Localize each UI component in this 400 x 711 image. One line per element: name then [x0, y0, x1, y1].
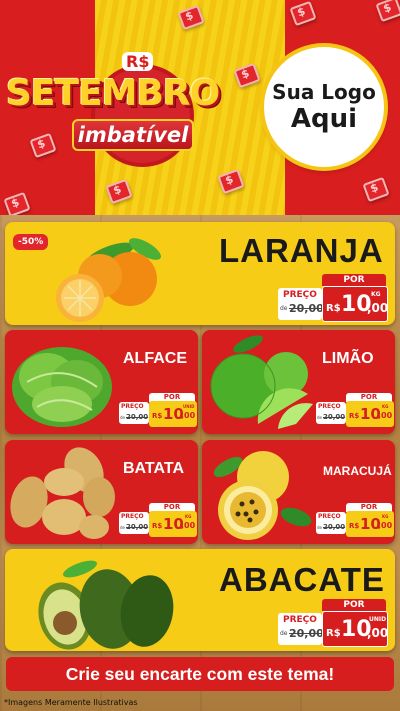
logo-text-line2: Aqui [290, 104, 358, 134]
disclaimer-footnote: *Imagens Meramente Ilustrativas [4, 698, 138, 707]
old-price-prefix: de [317, 525, 322, 530]
preco-label: PREÇO [121, 403, 144, 410]
price-unit: KG [371, 291, 381, 298]
old-price-prefix: de [120, 415, 125, 420]
passion-fruit-image [213, 451, 312, 540]
currency-label: R$ [152, 412, 163, 420]
preco-label: PREÇO [318, 513, 341, 520]
product-name: BATATA [123, 460, 185, 477]
old-price: 20,00 [323, 523, 346, 531]
old-price: 20,00 [289, 302, 324, 315]
price-tag: POR PREÇO de 20,00 R$ 10 ,00 KG [314, 393, 394, 429]
create-flyer-button[interactable]: Crie seu encarte com este tema! [6, 657, 394, 691]
product-name: ABACATE [219, 561, 385, 598]
old-price-box: PREÇO de 20,00 [316, 402, 346, 424]
price-cents: ,00 [367, 626, 389, 640]
por-label: POR [322, 274, 386, 286]
old-price-box: PREÇO de 20,00 [278, 613, 324, 645]
preco-label: PREÇO [283, 290, 317, 300]
coin-icon [29, 132, 57, 159]
currency-label: R$ [326, 628, 341, 639]
old-price-box: PREÇO de 20,00 [316, 512, 346, 534]
price-tag: POR PREÇO de 20,00 R$ 10 ,00 KG [276, 274, 392, 322]
price-tag: POR PREÇO de 20,00 R$ 10 ,00 KG [117, 503, 197, 539]
coin-icon [289, 0, 317, 27]
product-name: LIMÃO [322, 350, 374, 367]
coin-icon [375, 0, 400, 23]
product-name: LARANJA [219, 232, 384, 269]
price-tag: POR PREÇO de 20,00 R$ 10 ,00 UNID [117, 393, 197, 429]
old-price-box: PREÇO de 20,00 [119, 402, 149, 424]
currency-label: R$ [152, 522, 163, 530]
preco-label: PREÇO [121, 513, 144, 520]
product-card-limao[interactable]: LIMÃO POR PREÇO de 20,00 R$ 10 ,00 KG [202, 330, 395, 434]
product-name: ALFACE [123, 350, 187, 367]
preco-label: PREÇO [318, 403, 341, 410]
coin-icon [362, 176, 390, 203]
price-unit: UNID [369, 616, 387, 623]
price-unit: UNID [183, 404, 195, 409]
por-label: POR [322, 599, 386, 611]
new-price-box: R$ 10 ,00 KG [322, 286, 388, 322]
currency-label: R$ [349, 522, 360, 530]
orange-image [56, 238, 161, 322]
logo-placeholder[interactable]: Sua Logo Aqui [264, 47, 384, 167]
old-price-box: PREÇO de 20,00 [119, 512, 149, 534]
campaign-subtitle: imbatível [72, 119, 194, 151]
old-price: 20,00 [323, 413, 346, 421]
currency-label: R$ [326, 303, 341, 314]
lime-image [210, 335, 313, 429]
price-unit: KG [185, 514, 192, 519]
price-cents: ,00 [367, 301, 389, 315]
coin-icon [3, 191, 31, 215]
old-price-box: PREÇO de 20,00 [278, 288, 324, 320]
price-cents: ,00 [181, 521, 196, 530]
lettuce-image [12, 347, 112, 427]
new-price-box: R$ 10 ,00 UNID [322, 611, 388, 647]
price-cents: ,00 [378, 411, 393, 420]
product-card-abacate[interactable]: ABACATE POR PREÇO de 20,00 R$ 10 ,00 UNI… [5, 549, 395, 651]
logo-text-line1: Sua Logo [272, 80, 376, 104]
old-price: 20,00 [126, 413, 149, 421]
potato-image [10, 447, 115, 539]
preco-label: PREÇO [283, 615, 317, 625]
new-price-box: R$ 10 ,00 KG [149, 511, 197, 537]
price-unit: KG [382, 514, 389, 519]
old-price-prefix: de [120, 525, 125, 530]
old-price-prefix: de [317, 415, 322, 420]
product-name: MARACUJÁ [323, 464, 392, 478]
product-card-alface[interactable]: ALFACE POR PREÇO de 20,00 R$ 10 ,00 UNID [5, 330, 198, 434]
price-cents: ,00 [181, 411, 196, 420]
currency-symbol: R$ [122, 52, 154, 71]
old-price: 20,00 [289, 627, 324, 640]
currency-label: R$ [349, 412, 360, 420]
discount-badge: -50% [13, 234, 49, 250]
price-tag: POR PREÇO de 20,00 R$ 10 ,00 UNID [276, 599, 392, 647]
price-tag: POR PREÇO de 20,00 R$ 10 ,00 KG [314, 503, 394, 539]
old-price-prefix: de [280, 305, 288, 312]
old-price-prefix: de [280, 630, 288, 637]
new-price-box: R$ 10 ,00 KG [346, 511, 394, 537]
product-card-batata[interactable]: BATATA POR PREÇO de 20,00 R$ 10 ,00 KG [5, 440, 198, 544]
price-cents: ,00 [378, 521, 393, 530]
avocado-image [38, 560, 174, 650]
product-card-maracuja[interactable]: MARACUJÁ POR PREÇO de 20,00 R$ 10 ,00 KG [202, 440, 395, 544]
old-price: 20,00 [126, 523, 149, 531]
price-unit: KG [382, 404, 389, 409]
new-price-box: R$ 10 ,00 UNID [149, 401, 197, 427]
campaign-title: SETEMBRO [6, 73, 220, 114]
new-price-box: R$ 10 ,00 KG [346, 401, 394, 427]
header-banner: R$ SETEMBRO imbatível Sua Logo Aqui [0, 0, 400, 215]
product-card-laranja[interactable]: -50% LARANJA POR PREÇO de 20,00 R$ 10 ,0… [5, 222, 395, 325]
